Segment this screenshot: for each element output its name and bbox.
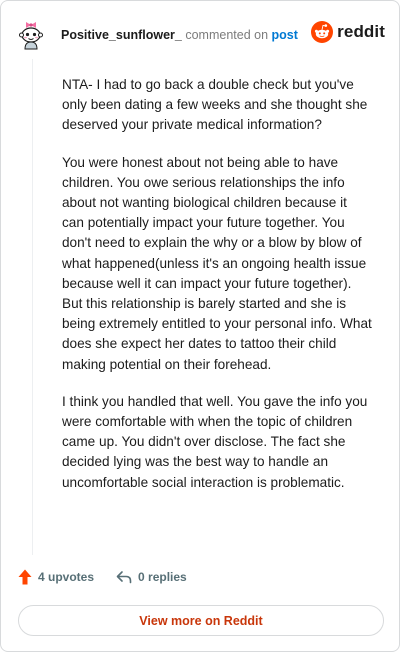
upvote-button[interactable]: 4 upvotes xyxy=(18,569,94,585)
post-link[interactable]: post xyxy=(272,28,298,42)
reddit-logo[interactable]: reddit xyxy=(311,21,385,43)
reddit-wordmark: reddit xyxy=(337,22,385,41)
view-more-button[interactable]: View more on Reddit xyxy=(18,605,384,636)
embedded-comment-card: Positive_sunflower_ commented on post re… xyxy=(0,0,400,652)
comment-paragraph: You were honest about not being able to … xyxy=(62,154,372,372)
comment-paragraph: I think you handled that well. You gave … xyxy=(62,393,368,490)
upvote-count: 4 upvotes xyxy=(38,570,95,584)
action-text: commented on xyxy=(185,28,269,42)
reply-count: 0 replies xyxy=(138,570,187,584)
comment-body: NTA- I had to go back a double check but… xyxy=(62,75,372,510)
comment-meta: Positive_sunflower_ commented on post xyxy=(61,28,298,42)
comment-paragraph: NTA- I had to go back a double check but… xyxy=(62,77,368,133)
avatar[interactable] xyxy=(15,18,49,52)
upvote-arrow-icon xyxy=(18,569,32,585)
reply-icon xyxy=(116,571,132,584)
comment-header: Positive_sunflower_ commented on post re… xyxy=(15,15,385,55)
thread-line[interactable] xyxy=(32,59,33,555)
reddit-snoo-icon xyxy=(311,21,334,43)
reply-button[interactable]: 0 replies xyxy=(116,570,187,584)
username-link[interactable]: Positive_sunflower_ xyxy=(61,28,182,42)
snoo-avatar-icon xyxy=(19,22,43,50)
comment-actions: 4 upvotes 0 replies xyxy=(18,569,187,585)
